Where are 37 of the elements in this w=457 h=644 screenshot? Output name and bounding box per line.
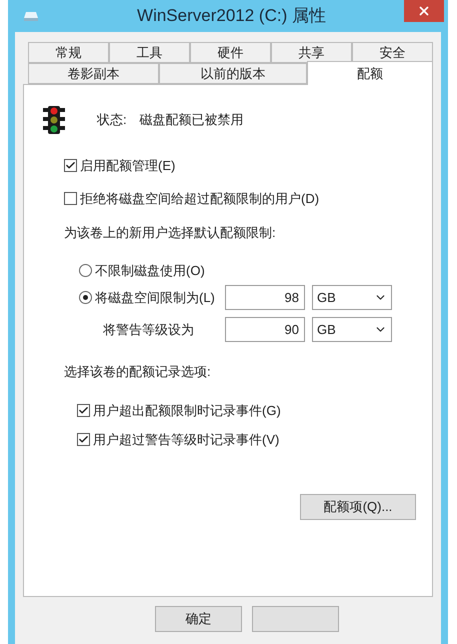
checkbox-box[interactable] bbox=[77, 433, 90, 446]
tab[interactable]: 共享 bbox=[271, 42, 352, 63]
checkbox[interactable]: 启用配额管理(E) bbox=[64, 156, 392, 176]
traffic-light-icon bbox=[41, 105, 67, 135]
tab[interactable]: 以前的版本 bbox=[159, 63, 307, 84]
checkbox-box[interactable] bbox=[64, 192, 77, 205]
section-heading: 为该卷上的新用户选择默认配额限制: bbox=[64, 224, 277, 242]
tab[interactable]: 卷影副本 bbox=[28, 63, 160, 84]
tab[interactable]: 常规 bbox=[28, 42, 109, 63]
radio-button[interactable]: 将磁盘空间限制为(L) bbox=[79, 288, 215, 308]
checkbox[interactable]: 用户超过警告等级时记录事件(V) bbox=[77, 430, 392, 450]
checkbox-box[interactable] bbox=[64, 159, 77, 172]
size-field[interactable]: 98 bbox=[225, 285, 305, 310]
warning-label: 将警告等级设为 bbox=[103, 320, 194, 339]
status-value: 磁盘配额已被禁用 bbox=[140, 111, 244, 130]
close-icon bbox=[417, 4, 431, 18]
checkbox-box[interactable] bbox=[77, 404, 90, 417]
close-button[interactable] bbox=[404, 0, 444, 22]
radio-button[interactable]: 不限制磁盘使用(O) bbox=[79, 260, 392, 280]
tab[interactable]: 硬件 bbox=[190, 42, 271, 63]
tab[interactable]: 工具 bbox=[109, 42, 190, 63]
tab[interactable]: 配额 bbox=[306, 61, 433, 85]
check-icon bbox=[78, 434, 89, 446]
section-heading: 选择该卷的配额记录选项: bbox=[64, 363, 212, 381]
check-icon bbox=[78, 404, 89, 416]
quota-entries-button[interactable]: 配额项(Q)... bbox=[300, 494, 416, 520]
status-label: 状态: bbox=[97, 111, 127, 130]
unit-dropdown[interactable]: GB bbox=[312, 317, 392, 342]
checkbox[interactable]: 拒绝将磁盘空间给超过配额限制的用户(D) bbox=[64, 188, 392, 208]
size-field[interactable]: 90 bbox=[225, 317, 305, 342]
tab[interactable]: 安全 bbox=[352, 42, 433, 63]
drive-icon bbox=[23, 10, 39, 22]
check-icon bbox=[65, 160, 76, 172]
checkbox[interactable]: 用户超出配额限制时记录事件(G) bbox=[77, 400, 392, 420]
unit-dropdown[interactable]: GB bbox=[312, 285, 392, 310]
window-title: WinServer2012 (C:) 属性 bbox=[137, 5, 326, 28]
ok-button[interactable]: 确定 bbox=[155, 606, 242, 632]
